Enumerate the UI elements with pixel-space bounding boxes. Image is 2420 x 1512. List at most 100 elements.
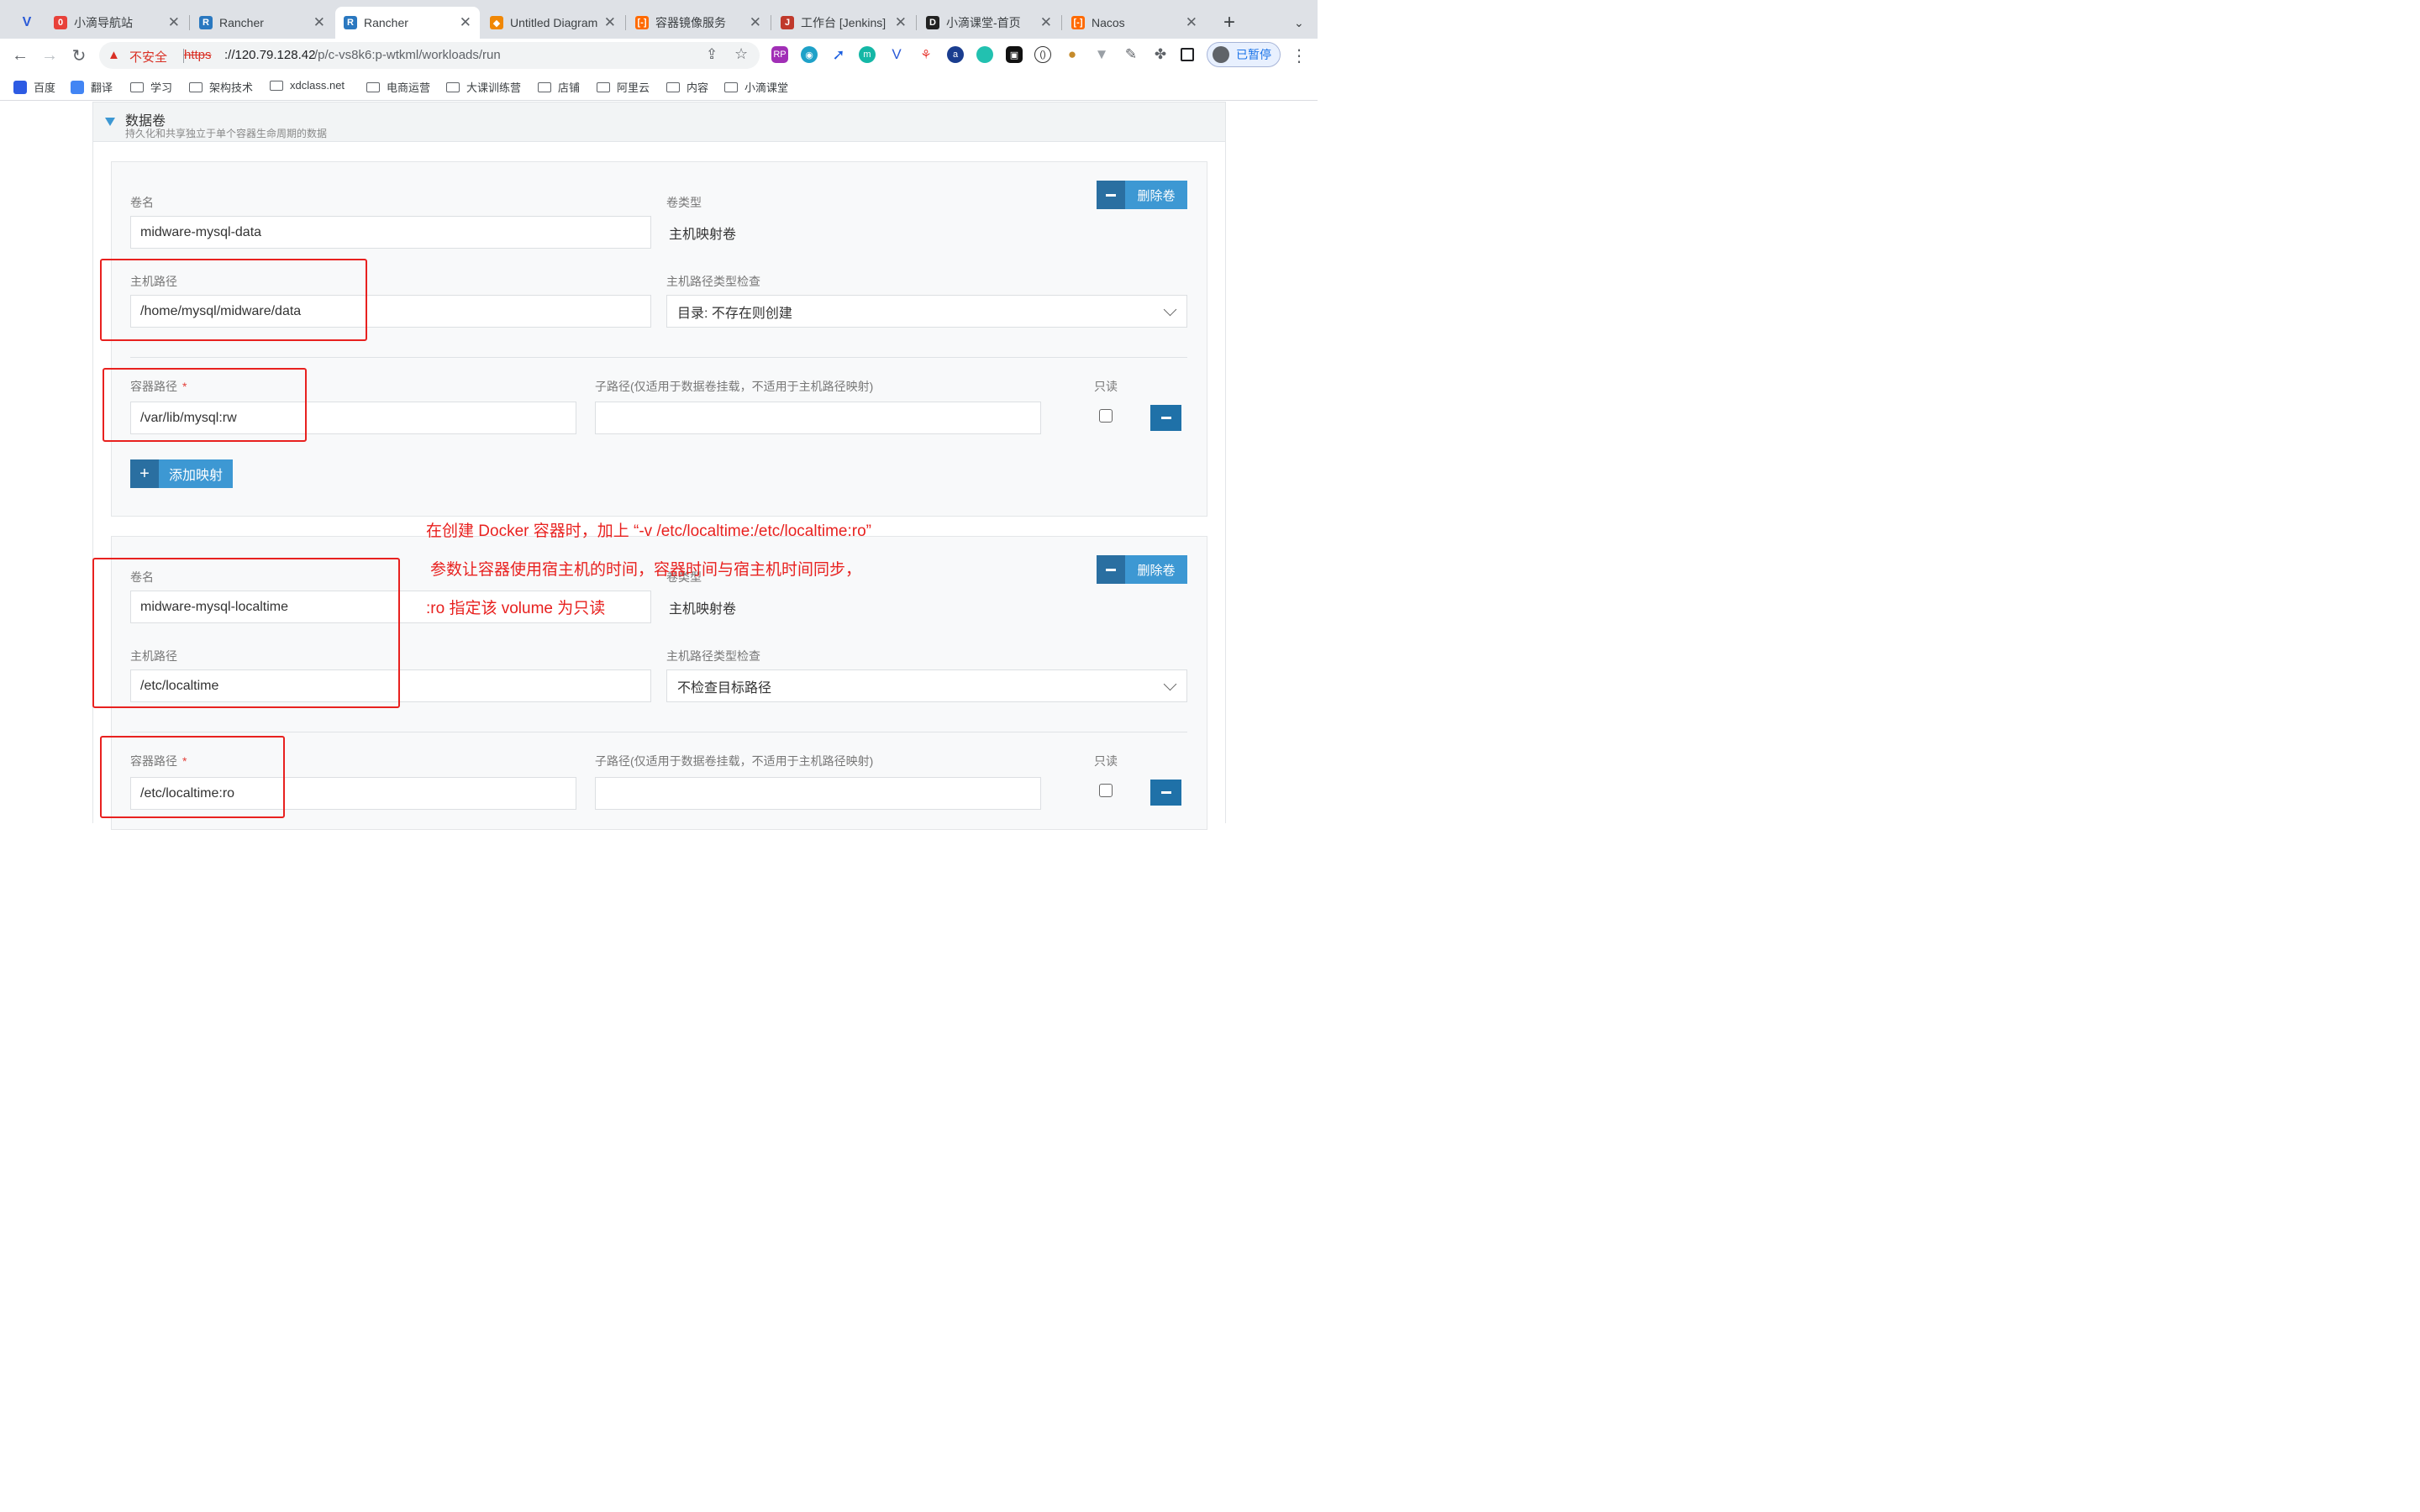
bookmark-folder-shop[interactable]: 店铺 bbox=[538, 79, 580, 95]
read-only-checkbox[interactable] bbox=[1099, 784, 1113, 797]
back-button[interactable]: ← bbox=[10, 45, 30, 66]
circle-extension-icon[interactable] bbox=[976, 46, 993, 63]
host-path-check-select[interactable]: 目录: 不存在则创建 bbox=[666, 295, 1187, 328]
share-icon[interactable]: ⇪ bbox=[706, 46, 718, 63]
tab-rancher-1[interactable]: R Rancher ✕ bbox=[191, 7, 334, 39]
folder-icon bbox=[597, 81, 610, 92]
bookmark-label: 阿里云 bbox=[617, 81, 650, 94]
close-tab-icon[interactable]: ✕ bbox=[604, 14, 616, 31]
bookmark-folder-training[interactable]: 大课训练营 bbox=[446, 79, 521, 95]
chevron-down-icon bbox=[1163, 677, 1177, 691]
tab-search-button[interactable]: ⌄ bbox=[1286, 7, 1311, 39]
volume-name-input[interactable]: midware-mysql-data bbox=[130, 216, 651, 249]
folder-icon bbox=[366, 81, 380, 92]
host-path-check-value: 不检查目标路径 bbox=[677, 680, 772, 696]
close-tab-icon[interactable]: ✕ bbox=[313, 14, 325, 31]
tab-xdclass-home[interactable]: D 小滴课堂-首页 ✕ bbox=[918, 7, 1060, 39]
tab-title: Nacos bbox=[1092, 16, 1125, 29]
tab-nacos[interactable]: [-] Nacos ✕ bbox=[1063, 7, 1206, 39]
square-extension-icon[interactable]: ▣ bbox=[1006, 46, 1023, 63]
collapse-triangle-icon[interactable] bbox=[105, 118, 115, 126]
tab-xiaodi-nav[interactable]: 0 小滴导航站 ✕ bbox=[45, 7, 188, 39]
bookmark-star-icon[interactable]: ☆ bbox=[734, 45, 748, 63]
m-extension-icon[interactable]: m bbox=[859, 46, 876, 63]
bookmark-translate[interactable]: 翻译 bbox=[71, 79, 113, 95]
reload-button[interactable]: ↻ bbox=[69, 45, 89, 66]
bookmark-label: 店铺 bbox=[558, 81, 581, 94]
tab-title: 小滴导航站 bbox=[74, 16, 133, 29]
folder-icon bbox=[446, 81, 460, 92]
arrow-right-icon: → bbox=[41, 45, 58, 65]
arrow-left-icon: ← bbox=[12, 45, 29, 65]
minus-icon bbox=[1097, 181, 1125, 209]
remove-mapping-button[interactable] bbox=[1150, 780, 1181, 806]
xiaodi-nav-icon: 0 bbox=[54, 16, 67, 29]
chevron-down-icon: ⌄ bbox=[1294, 15, 1304, 29]
drawio-icon: ◆ bbox=[490, 16, 503, 29]
browser-toolbar: ← → ↻ ▲ 不安全 https ://120.79.128.42 /p/c-… bbox=[0, 39, 1318, 72]
aliyun-icon: [-] bbox=[1071, 16, 1085, 29]
annotation-line-3: :ro 指定该 volume 为只读 bbox=[426, 600, 606, 617]
annotation-line-2: 参数让容器使用宿主机的时间，容器时间与宿主机时间同步， bbox=[430, 561, 862, 579]
side-panel-icon[interactable] bbox=[1181, 48, 1194, 61]
host-path-check-value: 目录: 不存在则创建 bbox=[677, 306, 792, 321]
forward-button[interactable]: → bbox=[39, 45, 60, 66]
bookmark-folder-content[interactable]: 内容 bbox=[666, 79, 708, 95]
sub-path-input[interactable] bbox=[595, 402, 1041, 434]
puzzle-extensions-icon[interactable]: ✤ bbox=[1152, 46, 1169, 63]
remove-volume-button[interactable]: 删除卷 bbox=[1097, 181, 1187, 209]
eyedropper-extension-icon[interactable]: ✎ bbox=[1123, 46, 1139, 63]
tab-untitled-diagram[interactable]: ◆ Untitled Diagram ✕ bbox=[481, 7, 624, 39]
add-mapping-button[interactable]: + 添加映射 bbox=[130, 459, 234, 488]
menu-button[interactable]: ⋮ bbox=[1289, 45, 1309, 66]
eye-extension-icon[interactable]: ◉ bbox=[801, 46, 818, 63]
address-bar[interactable]: ▲ 不安全 https ://120.79.128.42 /p/c-vs8k6:… bbox=[99, 42, 760, 69]
remove-mapping-button[interactable] bbox=[1150, 405, 1181, 431]
annotation-line-1: 在创建 Docker 容器时，加上 “-v /etc/localtime:/et… bbox=[426, 522, 871, 540]
profile-paused-button[interactable]: 已暂停 bbox=[1207, 42, 1281, 67]
close-tab-icon[interactable]: ✕ bbox=[1040, 14, 1052, 31]
new-tab-button[interactable]: + bbox=[1215, 7, 1240, 39]
close-tab-icon[interactable]: ✕ bbox=[1186, 14, 1197, 31]
volume-type-label: 卷类型 bbox=[666, 196, 702, 209]
cookie-extension-icon[interactable]: ● bbox=[1064, 46, 1081, 63]
bookmark-folder-architecture[interactable]: 架构技术 bbox=[189, 79, 253, 95]
browser-tab-strip: V 0 小滴导航站 ✕ R Rancher ✕ R Rancher ✕ ◆ Un… bbox=[0, 0, 1318, 39]
read-only-label: 只读 bbox=[1094, 380, 1118, 393]
minus-icon bbox=[1097, 555, 1125, 584]
folder-icon bbox=[130, 81, 144, 92]
bookmark-folder-aliyun[interactable]: 阿里云 bbox=[597, 79, 650, 95]
sub-path-label: 子路径(仅适用于数据卷挂载，不适用于主机路径映射) bbox=[595, 754, 874, 768]
arrow-extension-icon[interactable]: ➚ bbox=[830, 46, 847, 63]
url-host: ://120.79.128.42 bbox=[224, 48, 316, 62]
host-path-check-select[interactable]: 不检查目标路径 bbox=[666, 669, 1187, 702]
highlight-box-localtime-volume bbox=[92, 558, 400, 708]
vivaldi-extension-icon[interactable]: V bbox=[888, 46, 905, 63]
close-tab-icon[interactable]: ✕ bbox=[750, 14, 761, 31]
tab-rancher-active[interactable]: R Rancher ✕ bbox=[335, 7, 480, 39]
bookmark-folder-study[interactable]: 学习 bbox=[130, 79, 172, 95]
braces-extension-icon[interactable]: () bbox=[1034, 46, 1051, 63]
tab-container-registry[interactable]: [-] 容器镜像服务 ✕ bbox=[627, 7, 770, 39]
google-translate-icon bbox=[71, 80, 84, 94]
tab-vivaldi[interactable]: V bbox=[12, 7, 42, 39]
read-only-checkbox[interactable] bbox=[1099, 409, 1113, 423]
bookmark-folder-ecommerce[interactable]: 电商运营 bbox=[366, 79, 430, 95]
bookmark-label: 内容 bbox=[687, 81, 709, 94]
bookmark-baidu[interactable]: 百度 bbox=[13, 79, 55, 95]
axure-rp-extension-icon[interactable]: RP bbox=[771, 46, 788, 63]
vue-extension-icon[interactable]: ▼ bbox=[1093, 46, 1110, 63]
close-tab-icon[interactable]: ✕ bbox=[460, 14, 471, 31]
volumes-section-header[interactable]: 数据卷 持久化和共享独立于单个容器生命周期的数据 bbox=[92, 102, 1226, 142]
security-status[interactable]: 不安全 bbox=[129, 48, 167, 66]
remove-volume-button[interactable]: 删除卷 bbox=[1097, 555, 1187, 584]
bookmark-folder-xiaodi-class[interactable]: 小滴课堂 bbox=[724, 79, 788, 95]
a-extension-icon[interactable]: a bbox=[947, 46, 964, 63]
bookmark-folder-xdclass[interactable]: xdclass.net bbox=[270, 79, 345, 92]
bookmarks-bar: 百度 翻译 学习 架构技术 xdclass.net 电商运营 大课训练营 店铺 … bbox=[0, 72, 1318, 101]
close-tab-icon[interactable]: ✕ bbox=[168, 14, 180, 31]
sub-path-input[interactable] bbox=[595, 777, 1041, 810]
tree-extension-icon[interactable]: ⚘ bbox=[918, 46, 934, 63]
close-tab-icon[interactable]: ✕ bbox=[895, 14, 907, 31]
tab-jenkins[interactable]: J 工作台 [Jenkins] ✕ bbox=[772, 7, 915, 39]
